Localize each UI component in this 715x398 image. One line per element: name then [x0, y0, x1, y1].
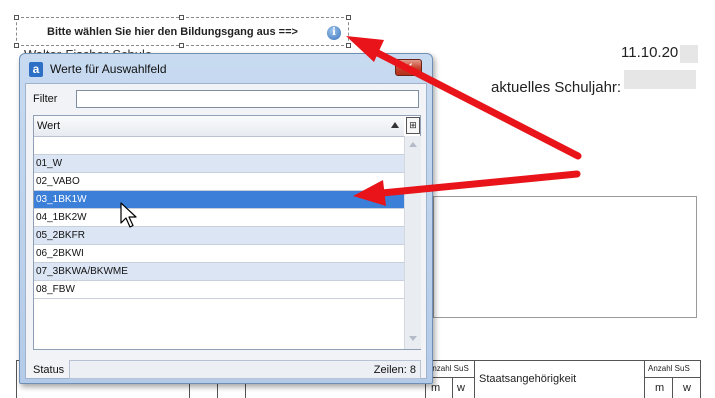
annotation-arrow-to-info	[346, 36, 582, 160]
annotation-arrow-to-row	[353, 170, 581, 206]
annotation-arrows	[346, 36, 582, 206]
